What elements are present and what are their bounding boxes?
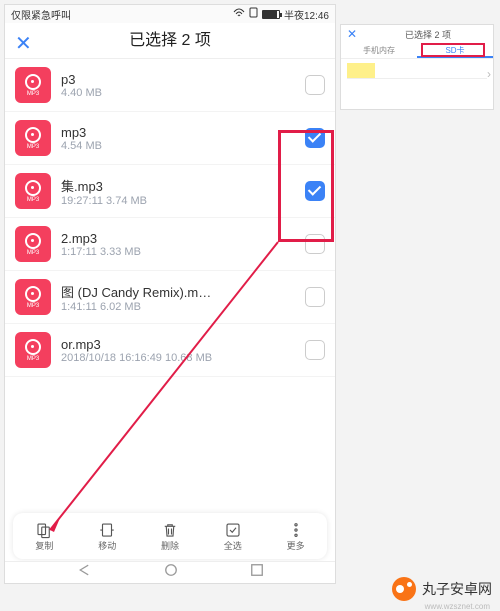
file-checkbox[interactable] [305,340,325,360]
mp3-thumb-icon: MP3 [15,279,51,315]
android-nav-bar [5,561,335,583]
wifi-icon [233,8,245,21]
file-info: p34.40 MB [51,72,305,99]
file-meta: 1:17:11 3.33 MB [61,246,305,258]
page-title: 已选择 2 项 [5,23,335,59]
file-name: or.mp3 [61,337,305,352]
select-all-icon [224,521,242,539]
file-checkbox[interactable] [305,287,325,307]
mp3-thumb-icon: MP3 [15,173,51,209]
header: ✕ 已选择 2 项 [5,23,335,59]
phone-frame: 仅限紧急呼叫 半夜12:46 ✕ 已选择 2 项 MP3p34.40 MBMP3… [4,4,336,584]
watermark-logo-icon [392,577,416,601]
inset-row [347,63,487,79]
file-name: 2.mp3 [61,231,305,246]
file-meta: 4.40 MB [61,87,305,99]
inset-title: 已选择 2 项 [363,28,493,41]
battery-icon [262,10,280,19]
file-row[interactable]: MP3or.mp32018/10/18 16:16:49 10.68 MB [5,324,335,377]
file-info: mp34.54 MB [51,125,305,152]
inset-tab-phone: 手机内存 [341,43,417,58]
file-meta: 1:41:11 6.02 MB [61,301,305,313]
mp3-thumb-icon: MP3 [15,120,51,156]
file-name: 图 (DJ Candy Remix).m… [61,282,305,301]
file-meta: 2018/10/18 16:16:49 10.68 MB [61,352,305,364]
file-name: p3 [61,72,305,87]
card-icon [249,7,258,21]
file-row[interactable]: MP3图 (DJ Candy Remix).m…1:41:11 6.02 MB [5,271,335,324]
watermark-name: 丸子安卓网 [422,579,492,599]
file-checkbox[interactable] [305,75,325,95]
more-icon [287,521,305,539]
bottom-action-bar: 复制 移动 删除 全选 更多 [13,513,327,559]
select-all-button[interactable]: 全选 [224,521,242,552]
more-button[interactable]: 更多 [287,521,305,552]
home-icon[interactable] [164,563,178,582]
mp3-thumb-icon: MP3 [15,332,51,368]
file-info: 集.mp319:27:11 3.74 MB [51,176,305,207]
trash-icon [161,521,179,539]
status-carrier: 仅限紧急呼叫 [11,7,233,22]
file-info: or.mp32018/10/18 16:16:49 10.68 MB [51,337,305,364]
mp3-thumb-icon: MP3 [15,67,51,103]
back-icon[interactable] [77,563,93,582]
annotation-box-sd-tab [421,43,485,57]
file-name: 集.mp3 [61,176,305,195]
move-icon [98,521,116,539]
move-button[interactable]: 移动 [98,521,116,552]
file-info: 图 (DJ Candy Remix).m…1:41:11 6.02 MB [51,282,305,313]
file-row[interactable]: MP3p34.40 MB [5,59,335,112]
file-info: 2.mp31:17:11 3.33 MB [51,231,305,258]
recent-icon[interactable] [250,563,264,582]
inset-screenshot: ✕ 已选择 2 项 手机内存 SD卡 › [340,24,494,110]
copy-icon [35,521,53,539]
copy-button[interactable]: 复制 [35,521,53,552]
status-time: 半夜12:46 [284,7,329,22]
status-bar: 仅限紧急呼叫 半夜12:46 [5,5,335,23]
close-icon[interactable]: ✕ [15,31,32,56]
file-meta: 19:27:11 3.74 MB [61,195,305,207]
file-name: mp3 [61,125,305,140]
file-meta: 4.54 MB [61,140,305,152]
inset-close-icon: ✕ [341,27,363,41]
delete-button[interactable]: 删除 [161,521,179,552]
annotation-box-checkbox [278,130,334,242]
inset-chevron-icon: › [487,67,491,81]
watermark: 丸子安卓网 www.wzsznet.com [392,577,492,601]
mp3-thumb-icon: MP3 [15,226,51,262]
